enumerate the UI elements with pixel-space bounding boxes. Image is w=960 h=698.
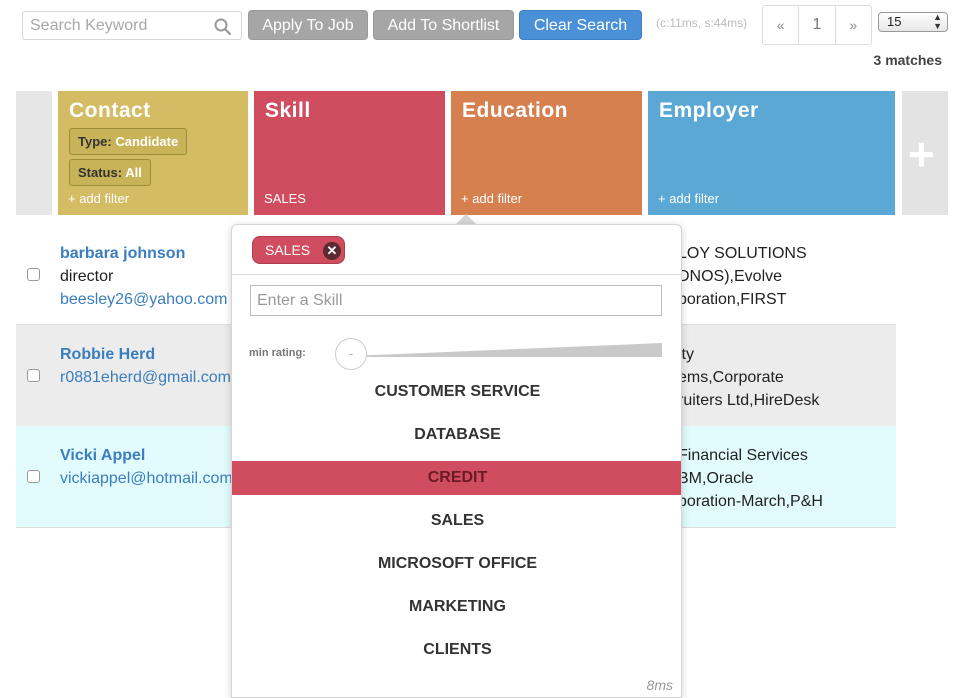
employer-text: poration-March,P&H <box>678 493 823 510</box>
candidate-name-link[interactable]: Vicki Appel <box>60 447 145 465</box>
skill-suggestion-item[interactable]: SALES <box>232 504 681 538</box>
chip-label: Type: <box>78 134 112 149</box>
skill-suggestion-item[interactable]: CUSTOMER SERVICE <box>232 375 681 409</box>
employer-text: Financial Services <box>678 447 808 464</box>
min-rating-slider-track[interactable] <box>350 343 662 357</box>
employer-text: DNOS),Evolve <box>678 268 783 285</box>
skill-suggestion-item[interactable]: CREDIT <box>232 461 681 495</box>
skill-suggestion-item[interactable]: MARKETING <box>232 590 681 624</box>
candidate-name-link[interactable]: barbara johnson <box>60 245 185 263</box>
chip-value: All <box>125 165 142 180</box>
filter-tile-employer[interactable]: Employer + add filter <box>648 91 895 215</box>
add-filter-link[interactable]: + add filter <box>68 191 129 206</box>
skill-suggestion-item[interactable]: DATABASE <box>232 418 681 452</box>
add-tile-button[interactable]: + <box>902 91 948 215</box>
chip-label: Status: <box>78 165 123 180</box>
employer-text: LOY SOLUTIONS <box>678 245 807 262</box>
tile-title: Contact <box>69 99 151 122</box>
chip-value: Candidate <box>115 134 179 149</box>
filter-tile-contact[interactable]: Contact Type: Candidate Status: All + ad… <box>58 91 248 215</box>
status-filter-chip[interactable]: Status: All <box>69 159 151 186</box>
selected-skill-label: SALES <box>265 242 311 258</box>
match-count: 3 matches <box>873 52 942 68</box>
tile-title: Skill <box>265 99 311 122</box>
tile-title: Employer <box>659 99 759 122</box>
add-to-shortlist-button[interactable]: Add To Shortlist <box>373 10 514 40</box>
employer-text: ruiters Ltd,HireDesk <box>678 392 820 409</box>
suggestion-timing: 8ms <box>646 677 673 693</box>
row-checkbox[interactable] <box>27 369 40 382</box>
pagination: « 1 » <box>762 5 872 45</box>
min-rating-slider-knob[interactable]: - <box>335 338 367 370</box>
tile-title: Education <box>462 99 569 122</box>
pager-next-button[interactable]: » <box>836 6 871 44</box>
row-checkbox[interactable] <box>27 470 40 483</box>
filter-tile-education[interactable]: Education + add filter <box>451 91 642 215</box>
clear-search-button[interactable]: Clear Search <box>519 10 642 40</box>
remove-tag-icon[interactable]: ✕ <box>323 242 341 260</box>
add-filter-link[interactable]: + add filter <box>461 191 522 206</box>
candidate-title: director <box>60 268 114 285</box>
candidate-email-link[interactable]: beesley26@yahoo.com <box>60 291 227 309</box>
add-filter-link[interactable]: + add filter <box>658 191 719 206</box>
min-rating-label: min rating: <box>249 347 306 359</box>
employer-text: poration,FIRST <box>678 291 787 308</box>
candidate-email-link[interactable]: vickiappel@hotmail.com <box>60 470 233 488</box>
per-page-select[interactable]: 15 ▲ ▼ <box>878 12 948 32</box>
popover-caret <box>456 214 476 224</box>
skill-suggestion-item[interactable]: CLIENTS <box>232 633 681 667</box>
employer-text: ems,Corporate <box>678 369 784 386</box>
per-page-value: 15 <box>887 14 902 29</box>
tile-left-spacer <box>16 91 52 215</box>
selected-skill-tag[interactable]: SALES ✕ <box>252 236 345 264</box>
search-input[interactable] <box>23 12 203 39</box>
query-timing: (c:11ms, s:44ms) <box>656 16 748 30</box>
filter-tile-skill[interactable]: Skill SALES <box>254 91 445 215</box>
pager-current-page[interactable]: 1 <box>799 6 836 44</box>
employer-text: BM,Oracle <box>678 470 754 487</box>
select-arrows-icon: ▲ ▼ <box>933 12 942 31</box>
apply-to-job-button[interactable]: Apply To Job <box>248 10 368 40</box>
row-checkbox[interactable] <box>27 268 40 281</box>
search-icon[interactable] <box>214 18 231 35</box>
skill-input[interactable] <box>250 285 662 316</box>
plus-icon: + <box>908 128 935 180</box>
candidate-name-link[interactable]: Robbie Herd <box>60 346 155 364</box>
candidate-email-link[interactable]: r0881eherd@gmail.com <box>60 369 231 387</box>
skill-suggestion-item[interactable]: MICROSOFT OFFICE <box>232 547 681 581</box>
type-filter-chip[interactable]: Type: Candidate <box>69 128 188 155</box>
search-box <box>22 11 242 40</box>
candidate-search-page: Apply To Job Add To Shortlist Clear Sear… <box>0 0 960 698</box>
skill-filter-popover: SALES ✕ min rating: - CUSTOMER SERVICE DA… <box>231 224 682 698</box>
pager-prev-button[interactable]: « <box>763 6 800 44</box>
skill-filter-value: SALES <box>264 191 306 206</box>
popover-divider <box>232 274 681 275</box>
